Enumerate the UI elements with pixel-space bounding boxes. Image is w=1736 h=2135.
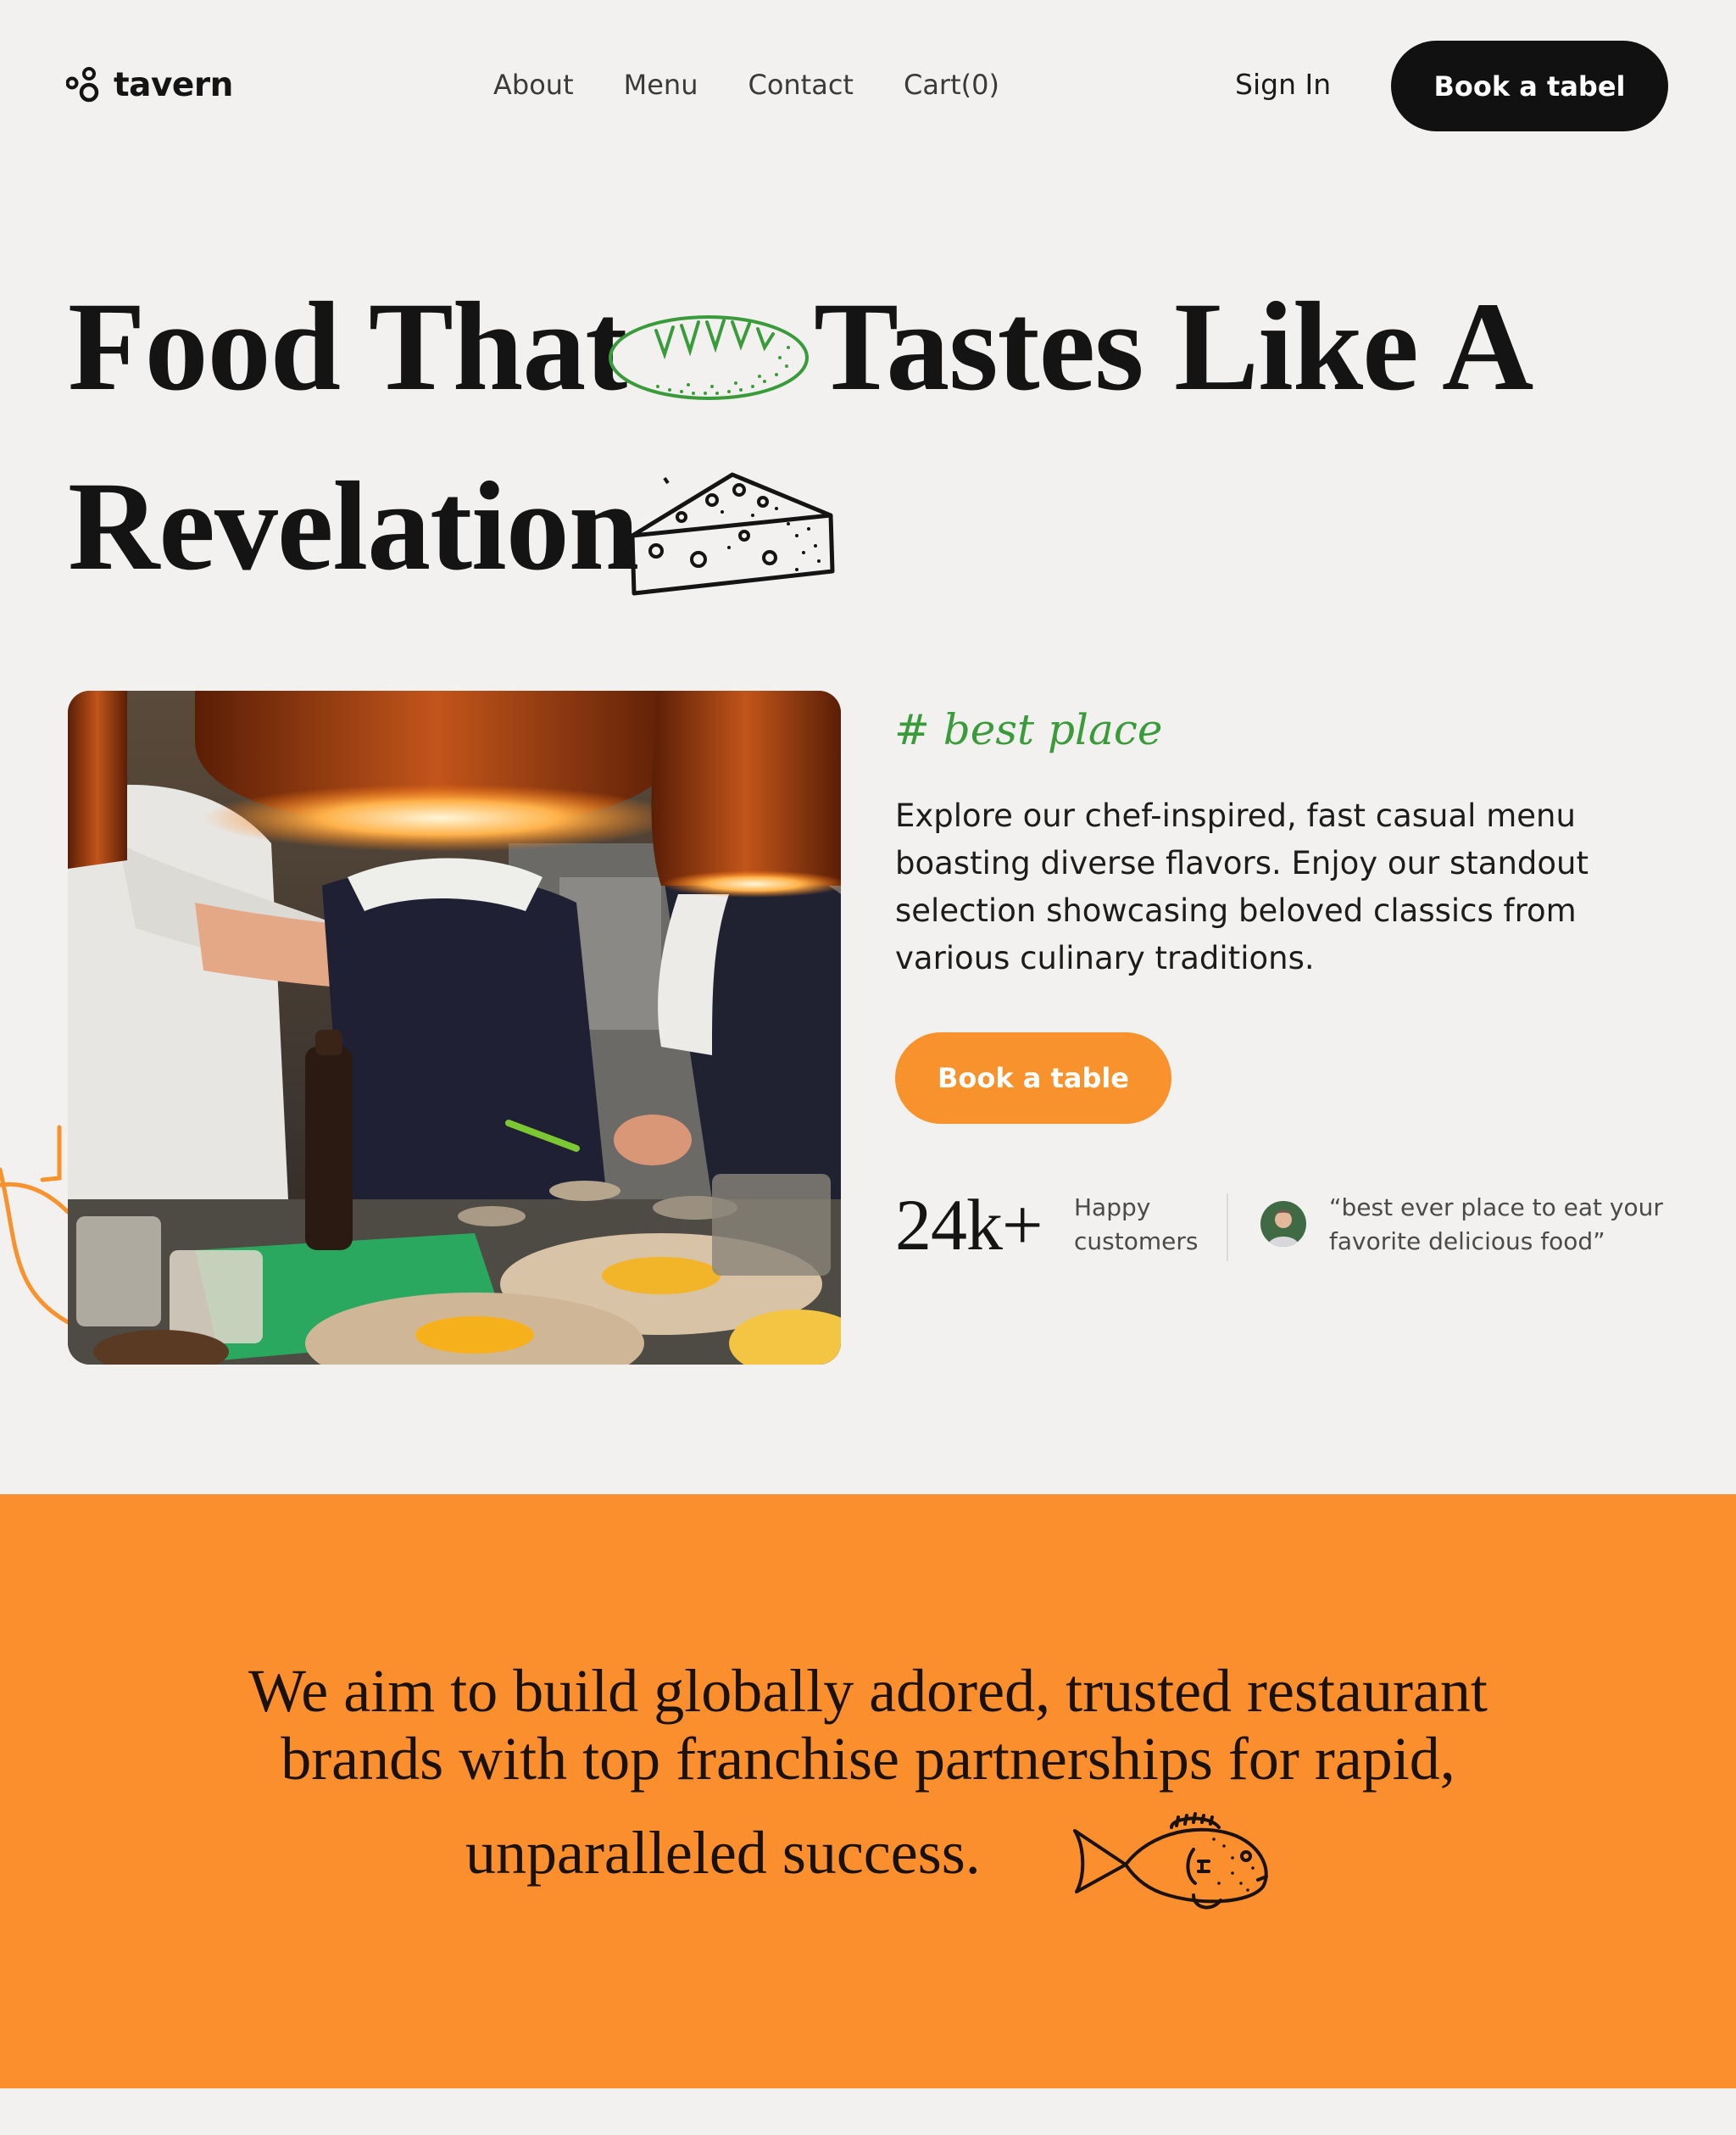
intro-description: Explore our chef-inspired, fast casual m… [895,798,1589,976]
stat-divider [1227,1193,1228,1261]
chef-plating-image [68,691,841,1365]
fish-icon [1073,1812,1268,1910]
mission-line1: We aim to build globally adored, trusted… [248,1657,1488,1725]
hero-line1-part1: Food That [68,276,627,417]
nav-link-menu[interactable]: Menu [624,69,698,101]
tavern-logo-icon [66,67,99,103]
bread-icon [609,315,809,400]
testimonial-quote: “best ever place to eat your favorite de… [1329,1193,1663,1255]
kitchen-photo [68,691,841,1365]
nav-link-about[interactable]: About [493,69,574,101]
hero-line1-part2: Tastes Like A [814,276,1533,417]
best-place-tag: # best place [894,705,1163,754]
tavern-logo[interactable]: tavern [66,64,233,105]
customer-count-label: Happy customers [1074,1193,1199,1255]
book-table-button[interactable]: Book a table [895,1032,1171,1124]
top-nav: tavern About Menu Contact Cart(0) Sign I… [0,0,1736,170]
squiggle-decoration [0,1125,70,1325]
reviewer-avatar [1260,1201,1306,1247]
main-nav: About Menu Contact Cart(0) [493,64,999,105]
mission-line3: unparalleled success. [465,1819,981,1887]
sign-in-link[interactable]: Sign In [1235,64,1331,105]
nav-link-contact[interactable]: Contact [748,69,854,101]
mission-line2: brands with top franchise partnerships f… [281,1725,1455,1793]
nav-link-cart[interactable]: Cart(0) [904,69,999,101]
brand-name: tavern [114,65,233,104]
hero-line2: Revelation [68,456,639,597]
book-table-header-button[interactable]: Book a tabel [1391,41,1668,131]
cheese-icon [630,472,835,596]
customer-count: 24k+ [895,1184,1043,1265]
